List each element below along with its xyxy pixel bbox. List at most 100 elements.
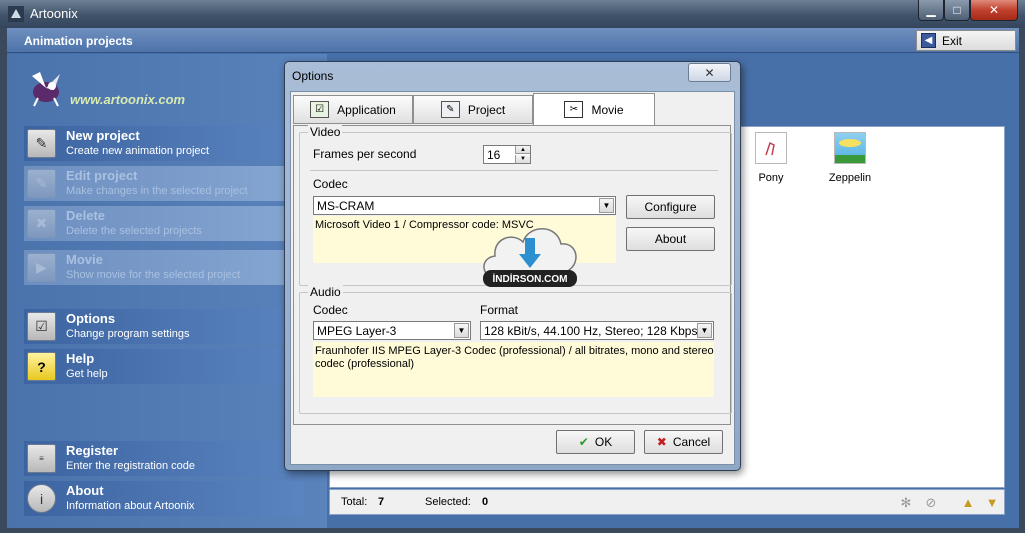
minimize-button[interactable]: ▁ — [918, 0, 944, 21]
project-tile-pony[interactable]: Pony — [741, 132, 801, 184]
sidebar-item-subtitle: Create new animation project — [66, 145, 210, 157]
export-icon[interactable]: ▼ — [982, 493, 1002, 512]
logo-area: www.artoonix.com — [19, 64, 299, 114]
video-codec-select[interactable]: MS-CRAM ▼ — [313, 196, 616, 215]
spin-down-icon[interactable]: ▼ — [515, 155, 530, 163]
audio-codec-label: Codec — [313, 303, 348, 317]
sidebar-item-title: Help — [66, 351, 95, 366]
logo-url: www.artoonix.com — [70, 92, 186, 107]
sidebar-item-subtitle: Delete the selected projects — [66, 225, 202, 237]
edit-project-icon: ✎ — [27, 169, 56, 198]
configure-button-label: Configure — [644, 200, 697, 214]
divider — [310, 170, 718, 171]
audio-group: Audio Codec MPEG Layer-3 ▼ Format 128 kB… — [299, 285, 732, 414]
tab-project[interactable]: ✎ Project — [413, 95, 533, 124]
sidebar-item-subtitle: Get help — [66, 368, 108, 380]
project-thumbnail — [834, 132, 866, 164]
tab-label: Application — [337, 102, 396, 117]
project-tile-zeppelin[interactable]: Zeppelin — [820, 132, 880, 184]
watermark-cloud-icon: İNDİRSON.COM — [483, 228, 577, 287]
status-bar: Total: 7 Selected: 0 ✻ ⊘ ▲ ▼ — [329, 489, 1005, 515]
app-header: Animation projects ◀ Exit — [7, 28, 1019, 53]
movie-tab-icon: ✂ — [564, 101, 584, 118]
cancel-x-icon: ✖ — [656, 435, 667, 449]
exit-icon: ◀ — [921, 33, 936, 48]
video-about-button[interactable]: About — [626, 227, 715, 251]
sidebar-item-title: Movie — [66, 252, 103, 267]
selected-label: Selected: — [425, 496, 471, 508]
application-tab-icon: ☑ — [310, 101, 330, 118]
sidebar-item-title: Options — [66, 311, 116, 326]
sidebar-item-help[interactable]: ? Help Get help — [24, 349, 304, 384]
delete-icon: ✖ — [27, 209, 56, 238]
audio-format-select[interactable]: 128 kBit/s, 44.100 Hz, Stereo; 128 Kbps … — [480, 321, 714, 340]
cancel-button[interactable]: ✖ Cancel — [644, 430, 723, 454]
cancel-button-label: Cancel — [672, 435, 711, 449]
audio-format-label: Format — [480, 303, 519, 317]
artoonix-app-icon — [8, 6, 24, 22]
sidebar-item-delete[interactable]: ✖ Delete Delete the selected projects — [24, 206, 304, 241]
tab-label: Project — [467, 102, 506, 117]
video-codec-label: Codec — [313, 177, 348, 191]
import-icon[interactable]: ▲ — [958, 493, 978, 512]
sidebar: www.artoonix.com ✎ New project Create ne… — [7, 54, 327, 528]
about-icon: i — [27, 484, 56, 513]
options-icon: ☑ — [27, 312, 56, 341]
fps-value: 16 — [487, 148, 501, 162]
audio-codec-select[interactable]: MPEG Layer-3 ▼ — [313, 321, 471, 340]
dialog-close-button[interactable]: ✕ — [688, 63, 731, 82]
spin-up-icon[interactable]: ▲ — [515, 146, 530, 154]
project-tab-icon: ✎ — [440, 101, 460, 118]
maximize-icon: □ — [953, 3, 961, 17]
ok-button-label: OK — [594, 435, 613, 449]
tab-movie[interactable]: ✂ Movie — [533, 93, 655, 125]
close-icon: ✕ — [704, 65, 715, 80]
window-titlebar: Artoonix ▁ □ ✕ — [0, 0, 1025, 28]
sidebar-item-edit-project[interactable]: ✎ Edit project Make changes in the selec… — [24, 166, 304, 201]
sidebar-item-about[interactable]: i About Information about Artoonix — [24, 481, 304, 516]
sidebar-item-title: About — [66, 483, 104, 498]
project-name: Zeppelin — [828, 172, 872, 184]
window-title: Artoonix — [30, 6, 78, 21]
sidebar-item-options[interactable]: ☑ Options Change program settings — [24, 309, 304, 344]
maximize-button[interactable]: □ — [944, 0, 970, 21]
dialog-title: Options — [292, 69, 334, 83]
fps-spinner[interactable]: 16 ▲ ▼ — [483, 145, 531, 164]
movie-icon: ▶ — [27, 253, 56, 282]
tab-application[interactable]: ☑ Application — [293, 95, 413, 124]
chevron-down-icon: ▼ — [599, 198, 614, 213]
chevron-down-icon: ▼ — [454, 323, 469, 338]
sidebar-item-register[interactable]: ≡ Register Enter the registration code — [24, 441, 304, 476]
tab-label: Movie — [591, 102, 624, 117]
ok-button[interactable]: ✔ OK — [556, 430, 635, 454]
video-group-legend: Video — [308, 125, 343, 139]
video-codec-value: MS-CRAM — [317, 199, 375, 213]
exit-button[interactable]: ◀ Exit — [916, 30, 1016, 51]
close-icon: ✕ — [988, 3, 1000, 17]
artoonix-logo-icon — [32, 72, 60, 107]
close-window-button[interactable]: ✕ — [970, 0, 1018, 21]
checkmark-icon: ✔ — [578, 435, 589, 449]
minimize-icon: ▁ — [926, 3, 936, 17]
butterfly-icon[interactable]: ✻ — [896, 493, 916, 512]
project-thumbnail — [755, 132, 787, 164]
audio-codec-info: Fraunhofer IIS MPEG Layer-3 Codec (profe… — [313, 342, 714, 397]
exit-button-label: Exit — [942, 33, 963, 48]
sidebar-item-subtitle: Show movie for the selected project — [66, 269, 241, 281]
help-icon: ? — [27, 352, 56, 381]
sidebar-item-movie[interactable]: ▶ Movie Show movie for the selected proj… — [24, 250, 304, 285]
sidebar-item-subtitle: Enter the registration code — [66, 460, 196, 472]
app-header-title: Animation projects — [24, 34, 133, 48]
register-icon: ≡ — [27, 444, 56, 473]
new-project-icon: ✎ — [27, 129, 56, 158]
refresh-icon[interactable]: ⊘ — [921, 493, 941, 512]
sidebar-item-new-project[interactable]: ✎ New project Create new animation proje… — [24, 126, 304, 161]
total-value: 7 — [378, 496, 385, 508]
audio-codec-value: MPEG Layer-3 — [317, 324, 397, 338]
audio-format-value: 128 kBit/s, 44.100 Hz, Stereo; 128 Kbps — [484, 324, 698, 338]
watermark-text: İNDİRSON.COM — [493, 272, 568, 285]
configure-button[interactable]: Configure — [626, 195, 715, 219]
sidebar-item-title: Register — [66, 443, 119, 458]
sidebar-item-subtitle: Information about Artoonix — [66, 500, 195, 512]
chevron-down-icon: ▼ — [697, 323, 712, 338]
